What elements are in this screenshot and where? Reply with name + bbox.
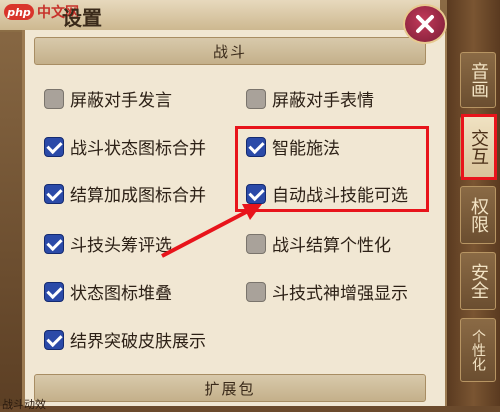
checkbox[interactable]: [44, 136, 64, 157]
option-mute-opponent-chat[interactable]: 屏蔽对手发言: [44, 86, 172, 111]
checkbox[interactable]: [44, 183, 64, 204]
footer-label: 战斗动效: [2, 398, 46, 411]
option-label: 结界突破皮肤展示: [70, 332, 206, 352]
close-button[interactable]: [403, 4, 447, 44]
tab-audio-video[interactable]: 音画: [460, 52, 496, 108]
option-label: 屏蔽对手发言: [70, 91, 172, 111]
option-label: 战斗结算个性化: [272, 236, 391, 256]
tab-permissions[interactable]: 权限: [460, 186, 496, 244]
checkbox[interactable]: [44, 88, 64, 109]
option-label: 屏蔽对手表情: [272, 91, 374, 111]
annotation-arrow: [161, 204, 262, 258]
checkbox[interactable]: [44, 281, 64, 302]
option-mute-opponent-emote[interactable]: 屏蔽对手表情: [246, 86, 374, 111]
title-bar: php 中文网 设置: [0, 0, 440, 32]
checkbox[interactable]: [246, 281, 266, 302]
option-label: 战斗状态图标合并: [70, 139, 206, 159]
close-icon: [416, 15, 434, 33]
section-header-battle: 战斗: [34, 37, 426, 65]
section-header-extension: 扩展包: [34, 374, 426, 402]
option-stack-status-icons[interactable]: 状态图标堆叠: [44, 279, 172, 304]
window-title: 设置: [62, 6, 102, 30]
option-label: 状态图标堆叠: [70, 284, 172, 304]
watermark-logo: php: [4, 4, 34, 20]
highlight-box-tab: [461, 114, 497, 180]
option-label: 斗技式神增强显示: [272, 284, 408, 304]
option-realm-breakthrough-skin[interactable]: 结界突破皮肤展示: [44, 327, 206, 352]
tab-personalization[interactable]: 个性化: [460, 318, 496, 382]
option-merge-status-icons[interactable]: 战斗状态图标合并: [44, 134, 206, 159]
checkbox[interactable]: [44, 233, 64, 254]
checkbox[interactable]: [246, 88, 266, 109]
checkbox[interactable]: [44, 329, 64, 350]
option-duel-shikigami-enhance[interactable]: 斗技式神增强显示: [246, 279, 408, 304]
tab-security[interactable]: 安全: [460, 252, 496, 310]
